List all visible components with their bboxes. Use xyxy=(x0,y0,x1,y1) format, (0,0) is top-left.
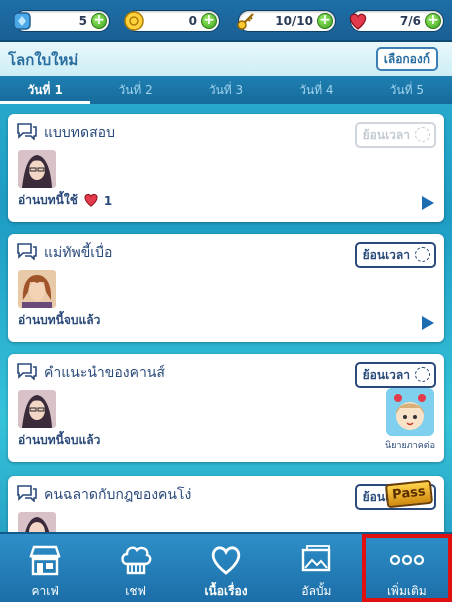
episode-status: อ่านบทนี้จบแล้ว xyxy=(18,313,101,327)
episode-title: คนฉลาดกับกฎของคนโง่ xyxy=(44,487,192,503)
select-act-button[interactable]: เลือกองก์ xyxy=(375,47,438,71)
episode-title: แม่ทัพขี้เบื่อ xyxy=(44,245,113,261)
episode-title: คำแนะนำของคานส์ xyxy=(44,365,165,381)
add-coin-button[interactable]: + xyxy=(201,13,217,29)
tab-day-4[interactable]: วันที่ 4 xyxy=(271,76,361,104)
promo-label: นิยายภาคต่อ xyxy=(384,441,435,451)
coin-counter: 0 + xyxy=(124,10,220,32)
heart-icon xyxy=(345,8,371,34)
nav-chef[interactable]: เชฟ xyxy=(90,534,180,602)
coin-icon xyxy=(121,8,147,34)
tab-day-2[interactable]: วันที่ 2 xyxy=(90,76,180,104)
key-counter: 10/10 + xyxy=(237,10,336,32)
chibi-character-image xyxy=(386,388,434,436)
nav-label: เชฟ xyxy=(125,584,146,598)
nav-label: เนื้อเรื่อง xyxy=(204,584,248,598)
heart-icon xyxy=(82,191,100,210)
page-title: โลกใบใหม่ xyxy=(8,51,79,69)
resource-bar: 5 + 0 + 10/10 + 7/6 + xyxy=(0,0,452,42)
sequel-novel-promo[interactable]: นิยายภาคต่อ xyxy=(384,388,436,456)
nav-more[interactable]: เพิ่มเติม xyxy=(361,534,452,602)
chef-hat-icon xyxy=(119,544,153,580)
character-avatar xyxy=(18,270,56,308)
day-tabs: วันที่ 1 วันที่ 2 วันที่ 3 วันที่ 4 วันท… xyxy=(0,76,452,104)
episode-card[interactable]: คำแนะนำของคานส์ ย้อนเวลา อ่านบทนี้จบแล้ว xyxy=(8,354,444,462)
clock-icon xyxy=(415,247,430,262)
clock-icon xyxy=(415,127,430,142)
episode-status: อ่านบทนี้ใช้ 1 xyxy=(18,191,112,210)
chat-bubble-icon xyxy=(16,122,38,144)
nav-label: คาเฟ่ xyxy=(31,584,59,598)
episode-title: แบบทดสอบ xyxy=(44,125,115,141)
chapter-header: โลกใบใหม่ เลือกองก์ xyxy=(0,42,452,76)
tab-day-3[interactable]: วันที่ 3 xyxy=(181,76,271,104)
add-gem-button[interactable]: + xyxy=(91,13,107,29)
clock-icon xyxy=(415,367,430,382)
play-icon[interactable] xyxy=(422,316,434,330)
character-avatar xyxy=(18,150,56,188)
play-icon[interactable] xyxy=(422,196,434,210)
gem-counter: 5 + xyxy=(13,10,110,32)
more-icon xyxy=(387,544,427,580)
bottom-nav: คาเฟ่ เชฟ เนื้อเรื่อง อัลบั้ม เพิ่มเติม xyxy=(0,532,452,602)
character-avatar xyxy=(18,390,56,428)
nav-label: อัลบั้ม xyxy=(301,584,332,598)
rewind-button[interactable]: ย้อนเวลา xyxy=(354,362,436,388)
chat-bubble-icon xyxy=(16,362,38,384)
album-icon xyxy=(299,544,333,580)
chat-bubble-icon xyxy=(16,484,38,506)
tab-day-1[interactable]: วันที่ 1 xyxy=(0,76,91,104)
rewind-button: ย้อนเวลา xyxy=(354,122,436,148)
heart-cost: 1 xyxy=(103,193,113,208)
tab-day-5[interactable]: วันที่ 5 xyxy=(362,76,452,104)
nav-cafe[interactable]: คาเฟ่ xyxy=(0,534,90,602)
episode-card[interactable]: แม่ทัพขี้เบื่อ ย้อนเวลา อ่านบทนี้จบแล้ว xyxy=(8,234,444,342)
episode-status: อ่านบทนี้จบแล้ว xyxy=(18,433,101,447)
heart-outline-icon xyxy=(209,544,243,580)
gem-icon xyxy=(9,8,35,34)
rewind-button[interactable]: ย้อนเวลา xyxy=(354,242,436,268)
nav-label: เพิ่มเติม xyxy=(386,584,427,598)
chat-bubble-icon xyxy=(16,242,38,264)
nav-story[interactable]: เนื้อเรื่อง xyxy=(181,534,271,602)
heart-counter: 7/6 + xyxy=(349,10,444,32)
add-key-button[interactable]: + xyxy=(317,13,333,29)
add-heart-button[interactable]: + xyxy=(425,13,441,29)
cafe-icon xyxy=(28,544,62,580)
pass-badge[interactable]: Pass xyxy=(384,479,434,509)
episode-card[interactable]: แบบทดสอบ ย้อนเวลา อ่านบทนี้ใช้ 1 xyxy=(8,114,444,222)
nav-album[interactable]: อัลบั้ม xyxy=(271,534,361,602)
key-icon xyxy=(233,8,259,34)
